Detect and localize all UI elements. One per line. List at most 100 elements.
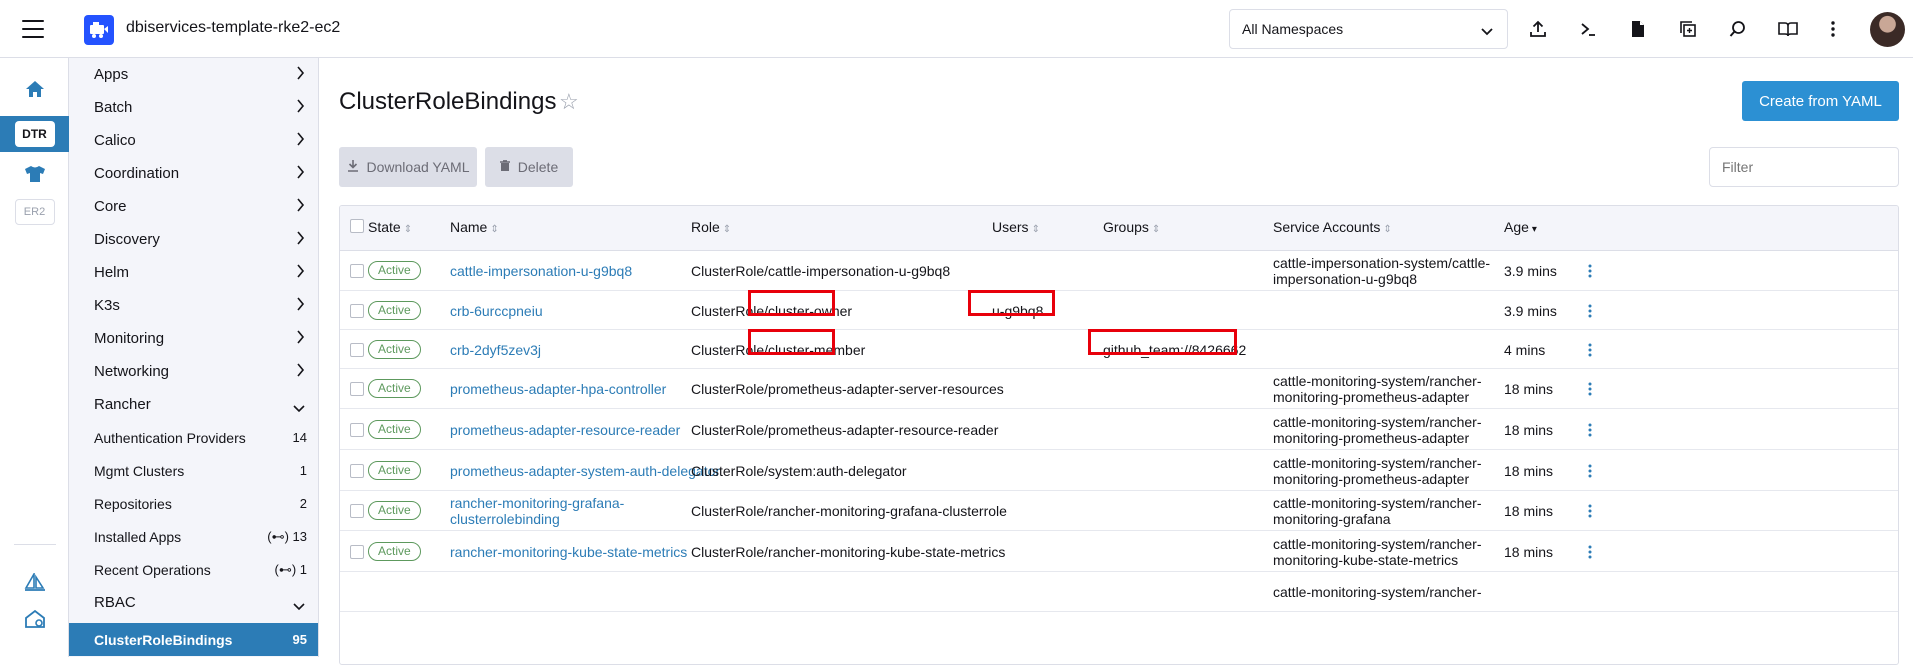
age-cell: 18 mins [1504, 503, 1554, 519]
sidebar-item-repositories[interactable]: Repositories 2 [69, 487, 318, 520]
fleet-sailboat-icon[interactable] [0, 570, 69, 596]
download-icon [347, 159, 359, 175]
kubectl-shell-icon[interactable] [1577, 18, 1599, 40]
row-actions-icon[interactable] [1588, 382, 1592, 399]
sidebar-group-core[interactable]: Core [69, 190, 318, 223]
row-checkbox[interactable] [350, 342, 364, 357]
sidebar-item-count: 1 [299, 463, 307, 478]
column-groups[interactable]: Groups ⇕ [1103, 219, 1160, 235]
import-yaml-icon[interactable] [1527, 18, 1549, 40]
binding-name-link[interactable]: prometheus-adapter-system-auth-delegator [450, 463, 720, 479]
sidebar-item-label: Repositories [94, 495, 172, 512]
sidebar-group-apps[interactable]: Apps [69, 58, 318, 91]
column-state[interactable]: State ⇕ [368, 219, 412, 235]
row-checkbox[interactable] [350, 422, 364, 437]
service-account-line: cattle-monitoring-system/rancher- [1273, 495, 1482, 511]
age-cell: 18 mins [1504, 421, 1554, 438]
sidebar-group-label: K3s [94, 297, 120, 314]
column-users[interactable]: Users ⇕ [992, 219, 1040, 235]
row-actions-icon[interactable] [1588, 504, 1592, 521]
sidebar-item-label: ClusterRoleBindings [94, 631, 233, 648]
column-name[interactable]: Name ⇕ [450, 219, 499, 235]
binding-name-link[interactable]: prometheus-adapter-resource-reader [450, 422, 680, 438]
create-from-yaml-button[interactable]: Create from YAML [1742, 81, 1899, 121]
binding-name-link[interactable]: prometheus-adapter-hpa-controller [450, 381, 666, 397]
status-badge: Active [368, 300, 421, 320]
sidebar-group-monitoring[interactable]: Monitoring [69, 322, 318, 355]
sidebar-item-clusterrolebindings[interactable]: ClusterRoleBindings 95 [69, 623, 318, 656]
sidebar-group-k3s[interactable]: K3s [69, 289, 318, 322]
role-cell: ClusterRole/prometheus-adapter-server-re… [691, 381, 1004, 397]
search-icon[interactable] [1727, 18, 1749, 40]
row-actions-icon[interactable] [1588, 264, 1592, 281]
binding-name-link[interactable]: cattle-impersonation-u-g9bq8 [450, 263, 632, 279]
binding-name-link[interactable]: rancher-monitoring-kube-state-metrics [450, 544, 687, 560]
column-role[interactable]: Role ⇕ [691, 219, 731, 235]
delete-button[interactable]: Delete [485, 147, 573, 187]
row-checkbox[interactable] [350, 504, 364, 518]
service-account-line: cattle-monitoring-system/rancher- [1273, 584, 1482, 600]
column-service-accounts[interactable]: Service Accounts ⇕ [1273, 219, 1392, 235]
service-account-line: cattle-monitoring-system/rancher- [1273, 373, 1482, 389]
row-checkbox[interactable] [350, 382, 364, 396]
table-row[interactable]: Active cattle-impersonation-u-g9bq8 Cluste… [340, 251, 1898, 291]
row-checkbox[interactable] [350, 264, 364, 278]
favorite-star-icon[interactable]: ☆ [559, 89, 579, 115]
table-row[interactable]: Active rancher-monitoring-grafana-cluster… [340, 491, 1898, 531]
menu-icon[interactable] [22, 20, 44, 38]
sidebar-group-discovery[interactable]: Discovery [69, 223, 318, 256]
row-checkbox[interactable] [350, 303, 364, 318]
sidebar-group-rancher[interactable]: Rancher [69, 388, 318, 421]
row-checkbox[interactable] [350, 463, 364, 478]
sidebar-group-calico[interactable]: Calico [69, 124, 318, 157]
cluster-badge-dtr[interactable]: DTR [0, 116, 69, 152]
book-icon[interactable] [1777, 18, 1799, 40]
cluster-badge-er2[interactable]: ER2 [0, 198, 69, 226]
table-row[interactable]: Active prometheus-adapter-resource-reader… [340, 409, 1898, 450]
sidebar-item-recent-operations[interactable]: Recent Operations (⊷) 1 [69, 553, 318, 586]
sidebar-group-label: Coordination [94, 165, 180, 182]
cluster-management-icon[interactable] [0, 606, 69, 632]
kubeconfig-file-icon[interactable] [1627, 18, 1649, 40]
row-actions-icon[interactable] [1588, 343, 1592, 360]
sidebar-group-rbac[interactable]: RBAC [69, 586, 318, 619]
row-actions-icon[interactable] [1588, 304, 1592, 321]
copy-kubeconfig-icon[interactable] [1677, 18, 1699, 40]
sidebar-item-installed-apps[interactable]: Installed Apps (⊷) 13 [69, 520, 318, 553]
sidebar-group-coordination[interactable]: Coordination [69, 157, 318, 190]
top-bar: dbiservices-template-rke2-ec2 All Namesp… [0, 0, 1913, 58]
table-row[interactable]: Active prometheus-adapter-hpa-controller C… [340, 369, 1898, 409]
highlight-box [1088, 329, 1237, 355]
binding-name-link[interactable]: crb-6urccpneiu [450, 303, 543, 319]
row-actions-icon[interactable] [1588, 423, 1592, 440]
table-row[interactable]: Active prometheus-adapter-system-auth-del… [340, 450, 1898, 491]
row-actions-icon[interactable] [1588, 545, 1592, 562]
sidebar-item-authentication-providers[interactable]: Authentication Providers 14 [69, 421, 318, 454]
more-vertical-icon[interactable] [1822, 18, 1844, 40]
table-row[interactable]: Active rancher-monitoring-kube-state-metr… [340, 531, 1898, 572]
sidebar-group-helm[interactable]: Helm [69, 256, 318, 289]
chevron-down-icon [1481, 23, 1493, 39]
download-yaml-button[interactable]: Download YAML [339, 147, 477, 187]
age-cell: 4 mins [1504, 341, 1546, 358]
row-checkbox[interactable] [350, 544, 364, 559]
table-row[interactable]: Active crb-6urccpneiu ClusterRole/cluster-… [340, 291, 1898, 330]
sidebar-item-mgmt-clusters[interactable]: Mgmt Clusters 1 [69, 454, 318, 487]
delete-label: Delete [517, 159, 559, 175]
column-label: Role [691, 219, 720, 235]
filter-input[interactable] [1709, 147, 1899, 187]
sort-icon: ⇕ [490, 224, 499, 235]
binding-name-link[interactable]: crb-2dyf5zev3j [450, 342, 541, 358]
cluster-name[interactable]: dbiservices-template-rke2-ec2 [126, 19, 340, 37]
user-avatar[interactable] [1870, 12, 1905, 47]
sidebar-group-networking[interactable]: Networking [69, 355, 318, 388]
binding-name-link[interactable]: rancher-monitoring-grafana-clusterrolebi… [450, 495, 624, 527]
select-all-checkbox[interactable] [350, 219, 364, 233]
namespace-select[interactable]: All Namespaces [1229, 9, 1508, 49]
row-actions-icon[interactable] [1588, 464, 1592, 481]
column-age[interactable]: Age ▾ [1504, 219, 1537, 235]
sidebar-group-batch[interactable]: Batch [69, 91, 318, 124]
cluster-shirt-icon[interactable] [0, 160, 69, 188]
home-icon[interactable] [0, 76, 69, 102]
table-row[interactable]: cattle-monitoring-system/rancher- [340, 572, 1898, 612]
